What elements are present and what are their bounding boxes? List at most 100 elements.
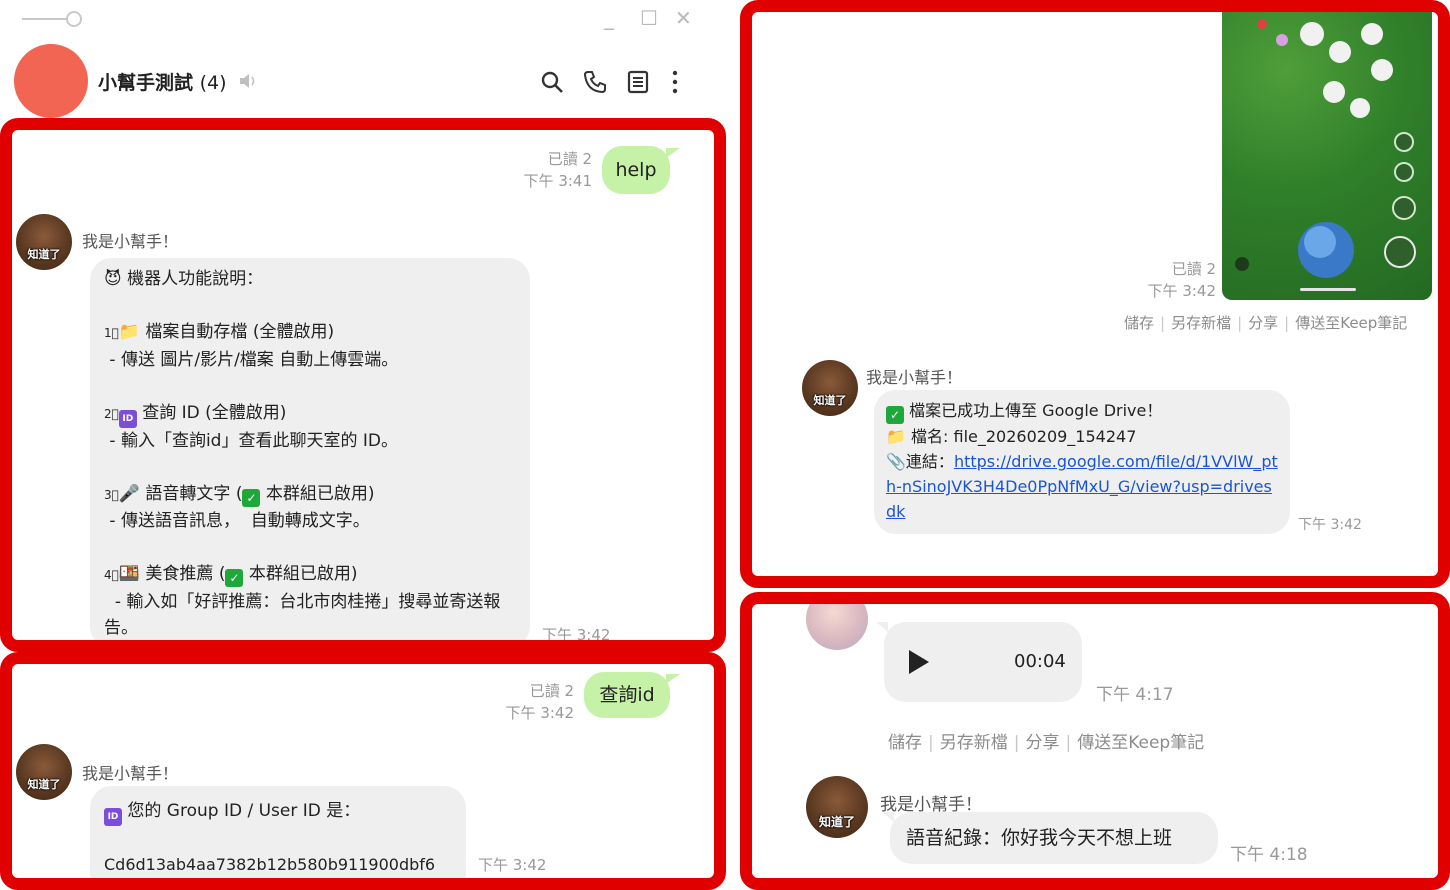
folder-icon: 📁 (886, 427, 906, 446)
feature-2-title: 查詢 ID (全體啟用) (142, 402, 287, 423)
message-time: 下午 3:42 (478, 856, 547, 874)
keep-action[interactable]: 傳送至Keep筆記 (1295, 314, 1407, 332)
save-action[interactable]: 儲存 (888, 733, 922, 753)
id-icon: ID (118, 409, 137, 428)
outgoing-message-bubble[interactable]: help (602, 146, 680, 194)
feature-3-desc: - 傳送語音訊息， 自動轉成文字。 (104, 511, 370, 531)
search-icon[interactable] (540, 70, 564, 94)
user-avatar[interactable] (806, 604, 868, 650)
minimize-button[interactable]: _ (604, 6, 614, 30)
notes-icon[interactable] (627, 70, 649, 94)
zoom-slider-track[interactable] (22, 18, 72, 20)
save-as-action[interactable]: 另存新檔 (940, 733, 1008, 753)
avatar-caption: 知道了 (27, 778, 61, 791)
feature-3-status: 本群組已啟用) (260, 483, 375, 504)
speaker-icon (240, 74, 255, 88)
feature-1-title: 檔案自動存檔 (全體啟用) (145, 322, 335, 342)
avatar-caption: 知道了 (27, 248, 61, 261)
check-icon: ✓ (886, 406, 904, 424)
link-label: 連結： (905, 452, 954, 471)
maximize-button[interactable]: ☐ (640, 6, 658, 30)
bot-message-bubble[interactable]: ✓ 檔案已成功上傳至 Google Drive！ 📁 檔名: file_2026… (874, 390, 1290, 534)
bot-message-body: ID 您的 Group ID / User ID 是： Cd6d13ab4aa7… (104, 798, 452, 878)
keep-action[interactable]: 傳送至Keep筆記 (1077, 733, 1204, 753)
audio-duration: 00:04 (1014, 651, 1066, 672)
bot-message-bubble[interactable]: 語音紀錄：你好我今天不想上班 (882, 812, 1218, 864)
audio-message-bubble[interactable]: 00:04 (876, 622, 1082, 702)
play-icon[interactable] (908, 649, 930, 675)
panel-query-id: 已讀 2 下午 3:42 查詢id 知道了 我是小幫手！ ID 您的 Group… (0, 652, 726, 890)
feature-4-desc: - 輸入如「好評推薦：台北市肉桂捲」搜尋並寄送報告。 (104, 591, 501, 639)
bot-avatar[interactable]: 知道了 (16, 214, 72, 270)
message-time: 下午 3:42 (542, 626, 611, 644)
message-time: 下午 3:41 (523, 172, 592, 190)
bot-message-bubble[interactable]: 😈 機器人功能說明： ​ 1⃣📁 檔案自動存檔 (全體啟用) - 傳送 圖片/影… (90, 258, 530, 640)
id-label: 您的 Group ID / User ID 是： (127, 801, 361, 821)
member-count: (4) (199, 72, 227, 94)
message-time: 下午 3:42 (1147, 282, 1216, 300)
phone-icon[interactable] (583, 70, 607, 94)
sender-name: 我是小幫手！ (866, 368, 963, 387)
group-avatar[interactable] (14, 44, 88, 118)
read-status: 已讀 2 下午 3:42 (1148, 258, 1216, 302)
upload-success-text: 檔案已成功上傳至 Google Drive！ (909, 401, 1163, 420)
keycap-3-icon: 3⃣ (104, 487, 119, 502)
sender-name: 我是小幫手！ (82, 232, 179, 251)
feature-2-desc: - 輸入「查詢id」查看此聊天室的 ID。 (104, 430, 398, 451)
group-id-value[interactable]: Cd6d13ab4aa7382b12b580b911900dbf6 (104, 855, 435, 874)
bot-avatar[interactable]: 知道了 (16, 744, 72, 800)
share-action[interactable]: 分享 (1248, 314, 1278, 332)
outgoing-message-text: help (615, 159, 657, 181)
zoom-slider-knob[interactable] (66, 11, 82, 27)
image-actions: 儲存 | 另存新檔 | 分享 | 傳送至Keep筆記 (1124, 314, 1408, 332)
save-action[interactable]: 儲存 (1124, 314, 1154, 332)
message-time: 下午 4:17 (1096, 685, 1174, 705)
feature-4-title: 美食推薦 ( (145, 564, 226, 584)
chat-title-name: 小幫手測試 (98, 72, 194, 94)
robot-icon: 😈 (104, 269, 122, 289)
read-count: 已讀 2 (529, 682, 574, 700)
bot-message-bubble[interactable]: ID 您的 Group ID / User ID 是： Cd6d13ab4aa7… (90, 786, 466, 878)
paperclip-icon: 📎 (886, 452, 906, 471)
message-time: 下午 3:42 (1298, 517, 1362, 533)
microphone-icon: 🎤 (118, 483, 141, 504)
id-icon: ID (104, 808, 122, 826)
outgoing-message-bubble[interactable]: 查詢id (584, 672, 680, 718)
chat-title: 小幫手測試 (4) (98, 68, 227, 95)
check-icon: ✓ (242, 488, 261, 507)
food-icon: 🍱 (118, 564, 141, 584)
panel-voice: 00:04 下午 4:17 儲存 | 另存新檔 | 分享 | 傳送至Keep筆記 知道了 我… (740, 592, 1450, 890)
share-action[interactable]: 分享 (1025, 733, 1059, 753)
read-status: 已讀 2 下午 3:41 (524, 148, 592, 192)
check-icon: ✓ (225, 569, 244, 587)
close-button[interactable]: ✕ (675, 6, 692, 30)
audio-actions: 儲存 | 另存新檔 | 分享 | 傳送至Keep筆記 (888, 733, 1205, 753)
read-count: 已讀 2 (547, 150, 592, 168)
folder-icon: 📁 (118, 322, 141, 342)
bot-avatar[interactable]: 知道了 (806, 776, 868, 838)
bot-message-body: ✓ 檔案已成功上傳至 Google Drive！ 📁 檔名: file_2026… (886, 398, 1278, 524)
more-icon[interactable] (670, 70, 680, 94)
feature-3-title: 語音轉文字 ( (145, 483, 243, 504)
keycap-4-icon: 4⃣ (104, 568, 119, 582)
panel-help: 已讀 2 下午 3:41 help 知道了 我是小幫手！ 😈 機器人功能說明： … (0, 118, 726, 652)
transcription-text: 語音紀錄：你好我今天不想上班 (906, 827, 1173, 849)
read-count: 已讀 2 (1171, 260, 1216, 278)
feature-4-status: 本群組已啟用) (243, 564, 358, 584)
file-name-text: 檔名: file_20260209_154247 (911, 427, 1137, 446)
avatar-caption: 知道了 (818, 815, 855, 829)
game-scene-illustration (1235, 19, 1416, 291)
read-status: 已讀 2 下午 3:42 (506, 680, 574, 724)
avatar-caption: 知道了 (813, 394, 847, 407)
feature-1-desc: - 傳送 圖片/影片/檔案 自動上傳雲端。 (104, 349, 399, 370)
panel-drive-upload: 已讀 2 下午 3:42 儲存 | 另存新檔 | 分享 | 傳送至Keep筆記 知道了 我是… (740, 0, 1450, 588)
bot-message-body: 😈 機器人功能說明： ​ 1⃣📁 檔案自動存檔 (全體啟用) - 傳送 圖片/影… (104, 266, 516, 640)
outgoing-message-text: 查詢id (599, 684, 655, 706)
shared-image[interactable] (1222, 12, 1432, 300)
bot-avatar[interactable]: 知道了 (802, 360, 858, 416)
intro-text: 機器人功能說明： (127, 269, 264, 289)
keycap-2-icon: 2⃣ (104, 406, 119, 421)
message-time: 下午 3:42 (505, 704, 574, 722)
save-as-action[interactable]: 另存新檔 (1171, 314, 1231, 332)
keycap-1-icon: 1⃣ (104, 326, 119, 340)
